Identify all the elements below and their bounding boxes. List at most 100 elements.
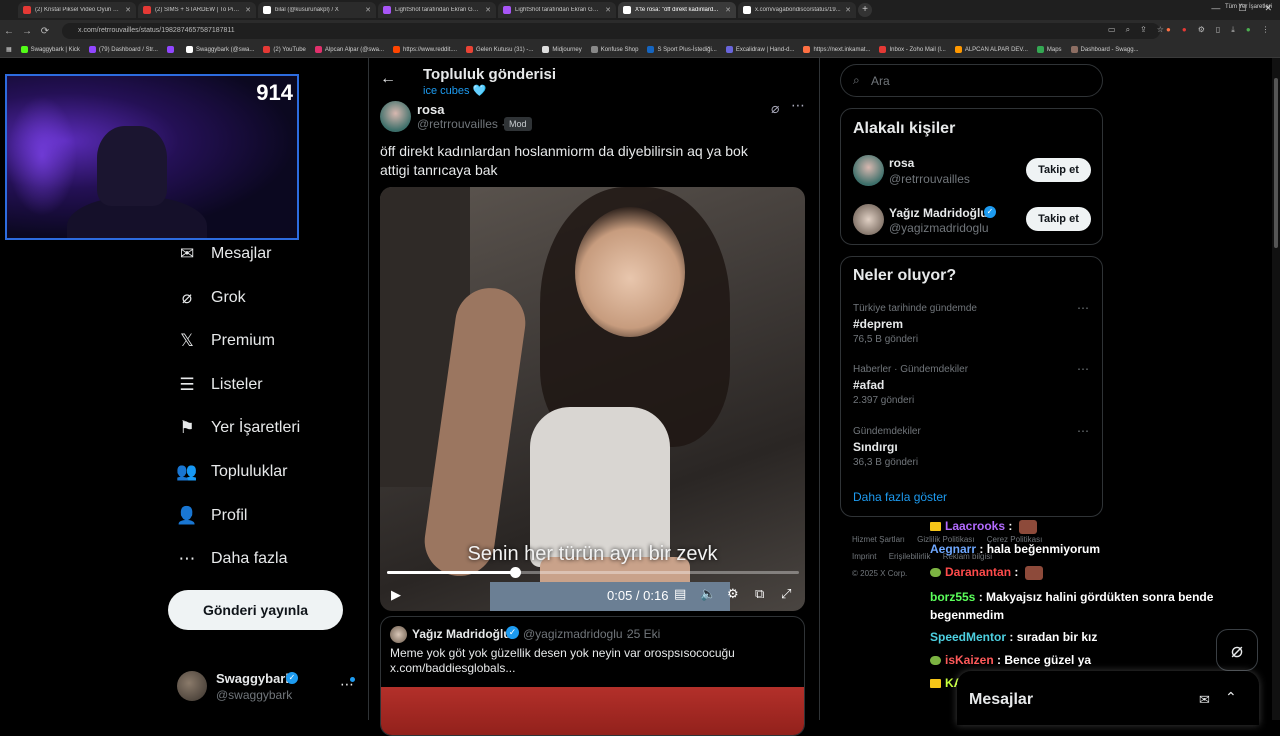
browser-tab[interactable]: bilal (@kusurunakpl) / X ✕ (258, 2, 376, 18)
grok-fab-icon[interactable]: ⌀ (1216, 629, 1258, 671)
bookmark-item[interactable]: Dashboard - Swagg... (1070, 46, 1139, 53)
post-author-name[interactable]: rosa (417, 102, 444, 117)
bookmark-item[interactable]: (79) Dashboard / Str... (88, 46, 158, 53)
extension-icon[interactable]: ● (1182, 25, 1187, 35)
new-tab-icon[interactable]: + (858, 3, 872, 17)
person-avatar[interactable] (853, 155, 884, 186)
sidebar-item-grok[interactable]: ⌀ Grok (178, 288, 246, 307)
play-icon[interactable]: ▶ (391, 587, 401, 603)
trend-more-icon[interactable]: ⋯ (1077, 301, 1089, 315)
follow-button[interactable]: Takip et (1026, 207, 1091, 231)
scrollbar-thumb[interactable] (1274, 78, 1278, 248)
share-icon[interactable]: ⇪ (1140, 25, 1147, 35)
browser-tab[interactable]: (2) Kristal Piksel Video Oyun O... ✕ (18, 2, 136, 18)
trend-name[interactable]: Sındırgı (853, 440, 898, 454)
bookmark-item[interactable]: https://next.inkamat... (803, 46, 870, 53)
minimize-icon[interactable]: — (1211, 3, 1220, 14)
bookmark-item[interactable]: Alpcan Alpar (@swa... (314, 46, 384, 53)
expand-drawer-icon[interactable]: ⌃ (1225, 689, 1237, 706)
pip-icon[interactable]: ⧉ (755, 586, 764, 602)
sidebar-item-communities[interactable]: 👥 Topluluklar (176, 462, 287, 481)
follow-button[interactable]: Takip et (1026, 158, 1091, 182)
trend-name[interactable]: #afad (853, 378, 884, 392)
trend-name[interactable]: #deprem (853, 317, 903, 331)
tab-close-icon[interactable]: ✕ (125, 6, 131, 14)
bookmark-item[interactable]: Midjourney (542, 46, 582, 53)
browser-tab[interactable]: LightShot tarafından Ekran Gör... ✕ (378, 2, 496, 18)
sidebar-item-profile[interactable]: 👤 Profil (176, 506, 247, 525)
bookmark-star-icon[interactable]: ☆ (1157, 25, 1164, 35)
sidebar-item-more[interactable]: ⋯ Daha fazla (178, 549, 288, 568)
bookmark-item[interactable]: Inbox - Zoho Mail (l... (879, 46, 946, 53)
bookmark-item[interactable]: https://www.reddit.... (393, 46, 457, 53)
more-options-icon[interactable]: ⋯ (791, 97, 805, 114)
captions-icon[interactable]: ▤ (674, 586, 686, 602)
settings-gear-icon[interactable]: ⚙ (727, 586, 739, 602)
bookmark-item[interactable]: Gelen Kutusu (31) -... (466, 46, 533, 53)
sidebar-item-bookmarks[interactable]: ⚑ Yer İşaretleri (178, 418, 300, 437)
tab-close-icon[interactable]: ✕ (245, 6, 251, 14)
browser-tab[interactable]: (2) SIMS + STARDEW | To Pixel... ✕ (138, 2, 256, 18)
bookmark-item[interactable]: Konfuse Shop (590, 46, 638, 53)
all-bookmarks[interactable]: Tüm Yer İşaretleri (1225, 4, 1272, 10)
tab-close-icon[interactable]: ✕ (605, 6, 611, 14)
bookmark-item[interactable]: (2) YouTube (263, 46, 306, 53)
messages-drawer[interactable]: Mesajlar ✉ ⌃ (957, 671, 1259, 725)
trend-more-icon[interactable]: ⋯ (1077, 362, 1089, 376)
footer-link[interactable]: Erişilebilirlik (889, 552, 931, 561)
grok-icon[interactable]: ⌀ (771, 100, 779, 117)
menu-dots-icon[interactable]: ⋮ (1262, 25, 1270, 35)
video-player[interactable]: Senin her türün ayrı bir zevk ▶ 0:05 / 0… (380, 187, 805, 611)
sidebar-item-lists[interactable]: ☰ Listeler (178, 375, 262, 394)
video-scrub-handle[interactable] (509, 567, 521, 578)
new-message-icon[interactable]: ✉ (1199, 692, 1210, 708)
quoted-post[interactable]: Yağız Madridoğlu ✓ @yagizmadridoglu · 25… (380, 616, 805, 736)
browser-tab[interactable]: x.com/vagabondisco/status/19... ✕ (738, 2, 856, 18)
sidebar-item-messages[interactable]: ✉ Mesajlar (178, 244, 272, 263)
reload-icon[interactable]: ⟳ (36, 26, 54, 37)
puzzle-icon[interactable]: ⚙ (1198, 25, 1205, 35)
tab-close-icon[interactable]: ✕ (365, 6, 371, 14)
browser-tab[interactable]: LightShot tarafından Ekran Gör... ✕ (498, 2, 616, 18)
fullscreen-icon[interactable]: ⤢ (781, 586, 791, 602)
page-scrollbar[interactable] (1272, 58, 1280, 720)
person-avatar[interactable] (853, 204, 884, 235)
bookmark-item[interactable]: S Sport Plus-İstediği... (647, 46, 717, 53)
browser-tab[interactable]: X'te rosa: "öff direkt kadınlard... ✕ (618, 2, 736, 18)
bookmark-item[interactable]: ALPCAN ALPAR DEV... (954, 46, 1028, 53)
cast-icon[interactable]: ▭ (1108, 25, 1116, 35)
post-author-avatar[interactable] (380, 101, 411, 132)
tab-close-icon[interactable]: ✕ (845, 6, 851, 14)
forward-nav-icon[interactable]: → (18, 26, 36, 37)
quote-media[interactable] (381, 687, 804, 735)
back-nav-icon[interactable]: ← (0, 26, 18, 37)
footer-link[interactable]: Imprint (852, 552, 876, 561)
url-field[interactable]: x.com/retrrouvailles/status/198287465758… (62, 23, 1160, 39)
extension-icon[interactable]: ● (1166, 25, 1171, 35)
show-more-link[interactable]: Daha fazla göster (853, 490, 947, 504)
apps-grid-icon[interactable]: ▦ (6, 46, 12, 53)
bookmark-item[interactable]: Excalidraw | Hand-d... (725, 46, 794, 53)
profile-icon[interactable]: ● (1246, 25, 1251, 35)
zoom-icon[interactable]: ⌕ (1126, 25, 1130, 35)
account-avatar[interactable] (177, 671, 207, 701)
bookmark-item[interactable]: Maps (1036, 46, 1062, 53)
search-box[interactable]: ⌕ (840, 64, 1103, 97)
community-link[interactable]: ice cubes 🩵 (423, 84, 486, 97)
volume-icon[interactable]: 🔈 (700, 586, 716, 602)
search-input[interactable] (871, 71, 1091, 91)
bookmark-item[interactable]: Swaggybark (@swa... (185, 46, 254, 53)
tab-close-icon[interactable]: ✕ (485, 6, 491, 14)
video-progress-bar[interactable] (387, 567, 799, 578)
download-icon[interactable]: ⤓ (1231, 25, 1235, 35)
sidebar-panel-icon[interactable]: ▯ (1216, 25, 1220, 35)
person-name[interactable]: rosa (889, 156, 914, 170)
back-arrow-icon[interactable]: ← (380, 70, 396, 88)
bookmark-item[interactable]: Swaggybark | Kick (20, 46, 80, 53)
account-name[interactable]: Swaggybark (216, 671, 293, 686)
tab-close-icon[interactable]: ✕ (725, 6, 731, 14)
trend-more-icon[interactable]: ⋯ (1077, 424, 1089, 438)
post-author-handle[interactable]: @retrrouvailles · (417, 117, 505, 131)
post-button[interactable]: Gönderi yayınla (168, 590, 343, 630)
bookmark-item[interactable] (166, 46, 177, 53)
